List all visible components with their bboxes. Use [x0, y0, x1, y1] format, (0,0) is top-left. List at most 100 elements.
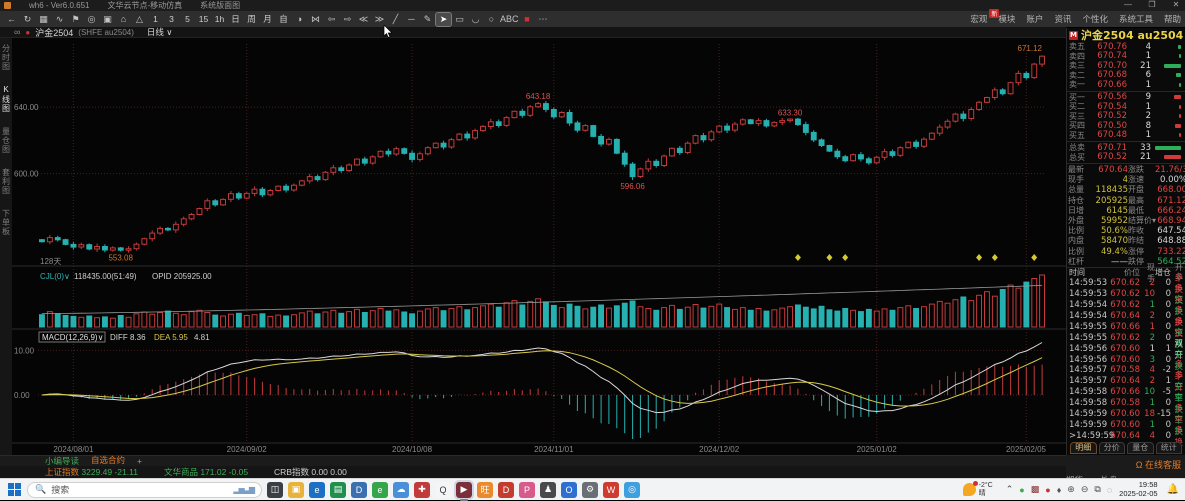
- tick-list[interactable]: 14:59:53670.6220多换14:59:53670.62100多换14:…: [1067, 278, 1185, 441]
- hline-icon[interactable]: ─: [404, 13, 419, 26]
- tick-row[interactable]: 14:59:57670.584-2多平: [1067, 365, 1185, 376]
- period-15[interactable]: 15: [196, 13, 211, 26]
- tick-row[interactable]: 14:59:55670.6220空换: [1067, 332, 1185, 343]
- weather-widget[interactable]: -2°C晴: [963, 482, 993, 497]
- compare-icon[interactable]: ⋈: [308, 13, 323, 26]
- tick-row[interactable]: 14:59:59670.6010空换: [1067, 419, 1185, 430]
- taskbar-app-dell-support[interactable]: D: [351, 482, 367, 498]
- tray-red-icon[interactable]: ●: [1045, 485, 1050, 495]
- more-icon[interactable]: ⋯: [536, 13, 551, 26]
- circle-tool-icon[interactable]: ○: [484, 13, 499, 26]
- panel-tab-分价[interactable]: 分价: [1099, 442, 1126, 454]
- page-right-icon[interactable]: ⇨: [340, 13, 355, 26]
- side-tab-量仓图[interactable]: 量仓图: [1, 127, 12, 154]
- link-icon[interactable]: ∞: [14, 27, 20, 37]
- tick-row[interactable]: 14:59:56670.6030空换: [1067, 354, 1185, 365]
- taskbar-app-settings-app[interactable]: ⚙: [582, 482, 598, 498]
- menu-item-宏观[interactable]: 宏观新: [970, 13, 987, 25]
- rect-tool-icon[interactable]: ▭: [452, 13, 467, 26]
- text-tool-icon[interactable]: ABC: [500, 13, 519, 26]
- page-left-icon[interactable]: ⇦: [324, 13, 339, 26]
- arc-tool-icon[interactable]: ◡: [468, 13, 483, 26]
- flag-icon[interactable]: ⚑: [68, 13, 83, 26]
- side-tab-K线图[interactable]: K线图: [1, 85, 12, 113]
- menu-item-资讯[interactable]: 资讯: [1054, 13, 1071, 25]
- side-tab-套利图[interactable]: 套利图: [1, 168, 12, 195]
- period-1h[interactable]: 1h: [212, 13, 227, 26]
- tray-mic-icon[interactable]: ♦: [1057, 485, 1062, 495]
- taskbar-app-security-app[interactable]: ✚: [414, 482, 430, 498]
- period-3[interactable]: 3: [164, 13, 179, 26]
- maximize-button[interactable]: ❐: [1145, 0, 1159, 9]
- taskbar-app-file-explorer[interactable]: ▣: [288, 482, 304, 498]
- menu-item-模块[interactable]: 模块: [998, 13, 1015, 25]
- taskbar-clock[interactable]: 19:58 2025-02-05: [1119, 481, 1157, 498]
- menu-item-帮助[interactable]: 帮助: [1164, 13, 1181, 25]
- pointer-tool-icon[interactable]: ➤: [436, 13, 451, 26]
- tick-row[interactable]: 14:59:55670.6610多换: [1067, 321, 1185, 332]
- taskbar-app-media-app[interactable]: ▶: [456, 482, 472, 498]
- tick-row[interactable]: 14:59:59670.6018-15多平: [1067, 409, 1185, 420]
- refresh-icon[interactable]: ↻: [20, 13, 35, 26]
- tray-display-icon[interactable]: ⧉: [1094, 484, 1100, 495]
- period-day[interactable]: 日: [228, 13, 243, 26]
- tick-row[interactable]: 14:59:53670.62100多换: [1067, 289, 1185, 300]
- tick-row[interactable]: 14:59:54670.6210空换: [1067, 300, 1185, 311]
- tick-chart-icon[interactable]: ∿: [52, 13, 67, 26]
- menu-item-个性化[interactable]: 个性化: [1082, 13, 1108, 25]
- tick-row[interactable]: 14:59:58670.5810空换: [1067, 398, 1185, 409]
- period-week[interactable]: 周: [244, 13, 259, 26]
- tick-row[interactable]: 14:59:56670.6011双开: [1067, 343, 1185, 354]
- board-icon[interactable]: ▣: [100, 13, 115, 26]
- panel-tab-明细[interactable]: 明细: [1070, 442, 1097, 454]
- bottom-tab-+[interactable]: +: [137, 456, 142, 466]
- minimize-button[interactable]: ―: [1121, 0, 1135, 9]
- tray-volume-icon[interactable]: ◌: [1107, 485, 1112, 495]
- period-5[interactable]: 5: [180, 13, 195, 26]
- taskbar-app-ie-browser[interactable]: e: [372, 482, 388, 498]
- period-month[interactable]: 月: [260, 13, 275, 26]
- ladder-row[interactable]: 买五670.481: [1067, 131, 1185, 141]
- layout-grid-icon[interactable]: ▦: [36, 13, 51, 26]
- taskbar-search-input[interactable]: 🔍 搜索 ▂▅▃▆: [27, 482, 262, 498]
- taskbar-app-trading-app[interactable]: ▤: [330, 482, 346, 498]
- zoom-in-icon[interactable]: ≫: [372, 13, 387, 26]
- radar-icon[interactable]: ◎: [84, 13, 99, 26]
- menu-item-账户[interactable]: 账户: [1026, 13, 1043, 25]
- taskbar-app-task-view[interactable]: ◫: [267, 482, 283, 498]
- back-icon[interactable]: ←: [4, 13, 19, 26]
- tray-net-icon[interactable]: ⊕: [1067, 484, 1075, 495]
- panel-contract-title[interactable]: 沪金2504 au2504: [1081, 27, 1183, 43]
- alert-icon[interactable]: △: [132, 13, 147, 26]
- period-custom[interactable]: 自: [276, 13, 291, 26]
- taskbar-app-qq[interactable]: Q: [435, 482, 451, 498]
- pencil-icon[interactable]: ✎: [420, 13, 435, 26]
- taskbar-app-ring-app[interactable]: O: [561, 482, 577, 498]
- notification-bell-icon[interactable]: 🔔: [1167, 484, 1179, 495]
- chart-region[interactable]: 640.00600.00643.18633.30596.06553.08671.…: [12, 38, 1066, 455]
- taskbar-app-cloud-app[interactable]: ☁: [393, 482, 409, 498]
- ladder-row[interactable]: 卖一670.661: [1067, 80, 1185, 90]
- tick-row[interactable]: >14:59:59670.6440多换: [1067, 430, 1185, 441]
- tray-expand-icon[interactable]: ⌃: [1006, 484, 1014, 495]
- taskbar-app-browser-blue[interactable]: ◎: [624, 482, 640, 498]
- tray-moon-icon[interactable]: ⊖: [1081, 484, 1089, 495]
- tick-row[interactable]: 14:59:57670.6421多开: [1067, 376, 1185, 387]
- taskbar-app-pink-app[interactable]: P: [519, 482, 535, 498]
- eye-icon[interactable]: ◑: [292, 13, 307, 26]
- online-service-button[interactable]: Ω 在线客服: [1066, 455, 1185, 471]
- tick-row[interactable]: 14:59:54670.6420多换: [1067, 311, 1185, 322]
- home-icon[interactable]: ⌂: [116, 13, 131, 26]
- zoom-out-icon[interactable]: ≪: [356, 13, 371, 26]
- tray-green-icon[interactable]: ●: [1019, 485, 1024, 495]
- taskbar-app-office-app[interactable]: D: [498, 482, 514, 498]
- side-tab-分时图[interactable]: 分时图: [1, 44, 12, 71]
- contract-symbol[interactable]: 沪金2504: [35, 26, 73, 39]
- taskbar-app-wps[interactable]: W: [603, 482, 619, 498]
- close-button[interactable]: ✕: [1169, 0, 1183, 9]
- panel-tab-量仓[interactable]: 量仓: [1127, 442, 1154, 454]
- side-tab-下单板[interactable]: 下单板: [1, 209, 12, 236]
- panel-tab-统计[interactable]: 统计: [1156, 442, 1183, 454]
- period-dropdown[interactable]: 日线 ∨: [147, 26, 173, 38]
- tray-card-icon[interactable]: ▩: [1031, 484, 1040, 495]
